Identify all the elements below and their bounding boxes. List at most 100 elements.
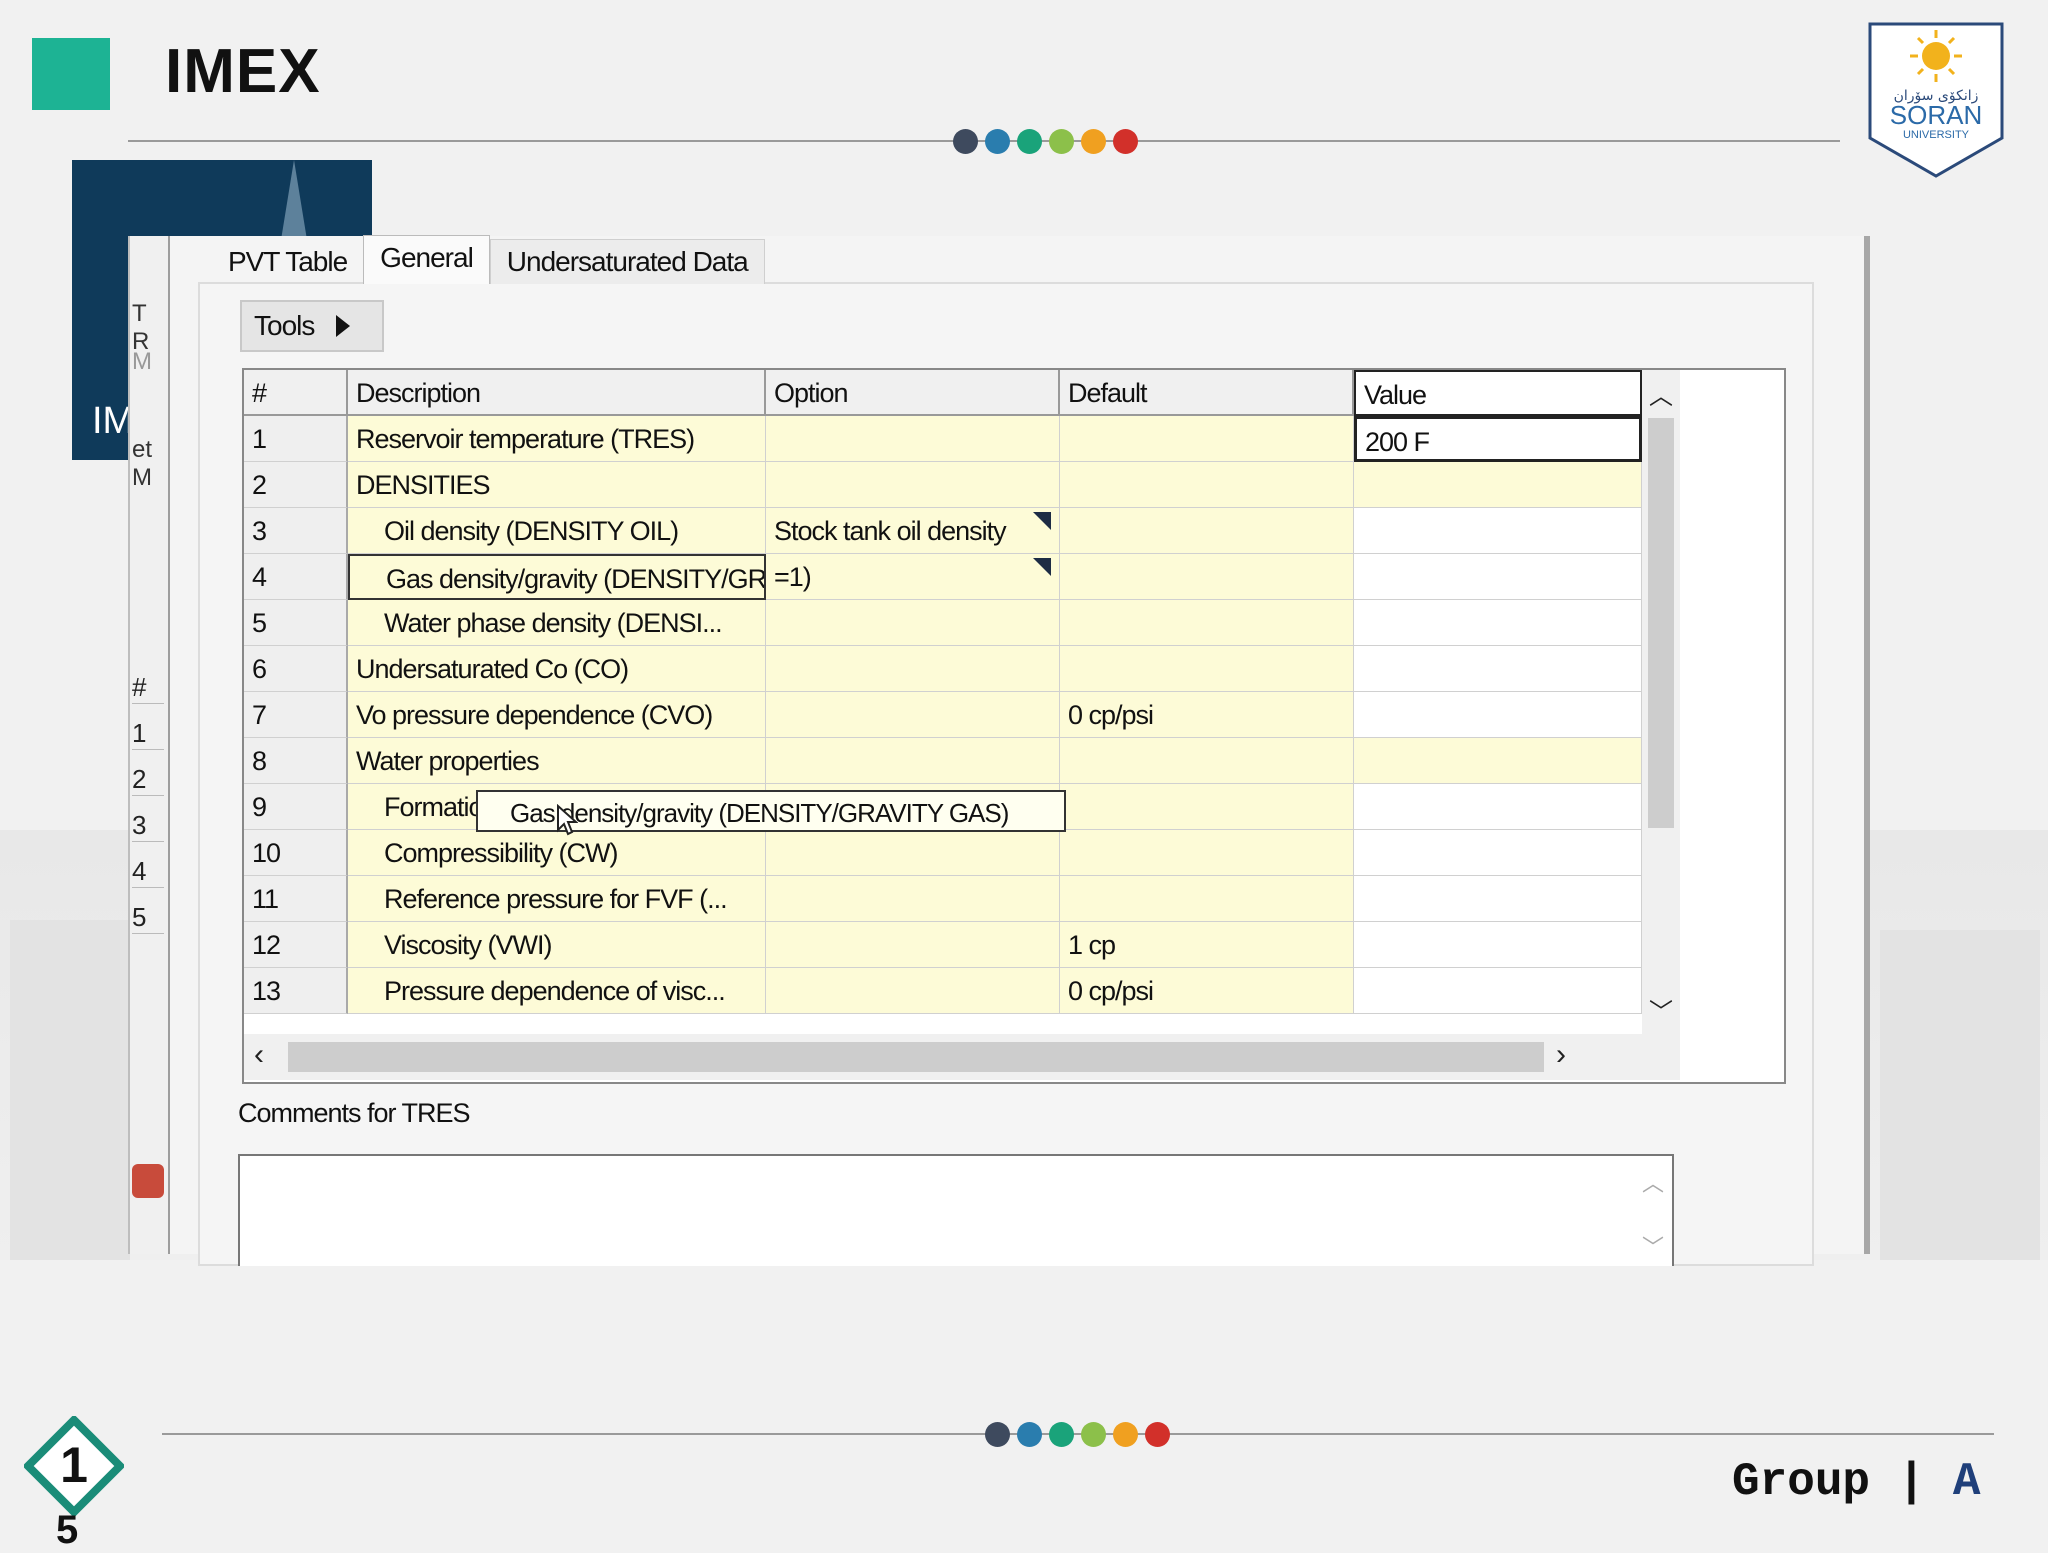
description-cell[interactable]: Viscosity (VWI): [348, 922, 766, 968]
option-cell[interactable]: [766, 968, 1060, 1014]
value-cell[interactable]: [1354, 554, 1642, 600]
horizontal-scrollbar[interactable]: ‹ ›: [244, 1034, 1680, 1080]
option-cell[interactable]: [766, 876, 1060, 922]
default-cell[interactable]: [1060, 462, 1354, 508]
column-header-default[interactable]: Default: [1060, 370, 1354, 416]
default-cell[interactable]: [1060, 876, 1354, 922]
description-cell[interactable]: Reservoir temperature (TRES): [348, 416, 766, 462]
scroll-down-icon[interactable]: ﹀: [1642, 992, 1680, 1027]
option-cell[interactable]: [766, 738, 1060, 784]
tab-general[interactable]: General: [363, 235, 490, 284]
page-number-continuation: 5: [56, 1508, 79, 1552]
description-cell[interactable]: Gas density/gravity (DENSITY/GRAVITY GAS…: [348, 554, 766, 600]
value-cell[interactable]: [1354, 692, 1642, 738]
value-cell[interactable]: [1354, 646, 1642, 692]
table-row[interactable]: 11 Reference pressure for FVF (...: [244, 876, 1642, 922]
table-row[interactable]: 2 DENSITIES: [244, 462, 1642, 508]
row-number-cell: 3: [244, 508, 348, 554]
tab-undersaturated-data[interactable]: Undersaturated Data: [489, 239, 765, 284]
page-number-badge: 1: [24, 1416, 124, 1516]
default-cell[interactable]: [1060, 600, 1354, 646]
footer-group-text: Group: [1732, 1456, 1871, 1508]
table-row[interactable]: 6 Undersaturated Co (CO): [244, 646, 1642, 692]
dropdown-corner-icon[interactable]: [1033, 558, 1051, 576]
value-cell[interactable]: [1354, 830, 1642, 876]
default-cell[interactable]: 1 cp: [1060, 922, 1354, 968]
value-cell[interactable]: [1354, 738, 1642, 784]
description-cell[interactable]: Reference pressure for FVF (...: [348, 876, 766, 922]
decorative-dot: [1049, 1422, 1074, 1447]
row-number-cell: 13: [244, 968, 348, 1014]
table-row[interactable]: 12 Viscosity (VWI) 1 cp: [244, 922, 1642, 968]
table-row[interactable]: 8 Water properties: [244, 738, 1642, 784]
description-cell[interactable]: Undersaturated Co (CO): [348, 646, 766, 692]
column-header-number[interactable]: #: [244, 370, 348, 416]
default-cell[interactable]: [1060, 554, 1354, 600]
tab-pvt-table[interactable]: PVT Table: [212, 240, 363, 284]
table-row[interactable]: 5 Water phase density (DENSI...: [244, 600, 1642, 646]
comments-textarea[interactable]: ︿ ﹀: [238, 1154, 1674, 1266]
description-cell[interactable]: DENSITIES: [348, 462, 766, 508]
description-cell[interactable]: Oil density (DENSITY OIL): [348, 508, 766, 554]
description-cell[interactable]: Pressure dependence of visc...: [348, 968, 766, 1014]
comments-scroll-down-icon[interactable]: ﹀: [1642, 1230, 1664, 1262]
option-cell[interactable]: [766, 646, 1060, 692]
decorative-dot: [985, 1422, 1010, 1447]
scroll-up-icon[interactable]: ︿: [1642, 376, 1680, 411]
option-cell[interactable]: =1): [766, 554, 1060, 600]
column-header-description[interactable]: Description: [348, 370, 766, 416]
option-cell[interactable]: [766, 830, 1060, 876]
table-row[interactable]: 10 Compressibility (CW): [244, 830, 1642, 876]
default-cell[interactable]: [1060, 508, 1354, 554]
app-icon[interactable]: [132, 1164, 164, 1198]
default-cell[interactable]: [1060, 784, 1354, 830]
description-cell[interactable]: Vo pressure dependence (CVO): [348, 692, 766, 738]
decorative-dot: [1081, 1422, 1106, 1447]
default-cell[interactable]: 0 cp/psi: [1060, 692, 1354, 738]
column-header-option[interactable]: Option: [766, 370, 1060, 416]
table-row[interactable]: 3 Oil density (DENSITY OIL) Stock tank oil…: [244, 508, 1642, 554]
value-cell[interactable]: [1354, 600, 1642, 646]
option-cell[interactable]: [766, 600, 1060, 646]
description-cell[interactable]: Compressibility (CW): [348, 830, 766, 876]
scroll-left-icon[interactable]: ‹: [254, 1038, 264, 1072]
default-cell[interactable]: [1060, 416, 1354, 462]
decorative-dot: [1049, 129, 1074, 154]
option-cell[interactable]: [766, 462, 1060, 508]
vertical-scroll-thumb[interactable]: [1648, 418, 1674, 828]
default-cell[interactable]: 0 cp/psi: [1060, 968, 1354, 1014]
option-cell[interactable]: [766, 416, 1060, 462]
option-cell[interactable]: [766, 692, 1060, 738]
comments-scroll-up-icon[interactable]: ︿: [1642, 1166, 1664, 1198]
tab-bar: PVT Table General Undersaturated Data: [212, 235, 765, 284]
value-cell[interactable]: [1354, 784, 1642, 830]
value-cell[interactable]: [1354, 508, 1642, 554]
value-cell[interactable]: [1354, 876, 1642, 922]
value-cell[interactable]: [1354, 922, 1642, 968]
table-row[interactable]: 13 Pressure dependence of visc... 0 cp/psi: [244, 968, 1642, 1014]
strip-row: 1: [132, 718, 164, 750]
value-cell[interactable]: [1354, 968, 1642, 1014]
horizontal-scroll-thumb[interactable]: [288, 1042, 1544, 1072]
table-row[interactable]: 7 Vo pressure dependence (CVO) 0 cp/psi: [244, 692, 1642, 738]
default-cell[interactable]: [1060, 738, 1354, 784]
tools-button[interactable]: Tools: [240, 300, 384, 352]
strip-row: #: [132, 672, 164, 704]
value-cell[interactable]: [1354, 462, 1642, 508]
scroll-right-icon[interactable]: ›: [1556, 1038, 1566, 1072]
vertical-scrollbar[interactable]: ︿ ﹀: [1642, 370, 1680, 1034]
default-cell[interactable]: [1060, 830, 1354, 876]
description-cell[interactable]: Water properties: [348, 738, 766, 784]
table-row[interactable]: 1 Reservoir temperature (TRES) 200 F: [244, 416, 1642, 462]
table-row[interactable]: 4Gas density/gravity (DENSITY/GRAVITY GA…: [244, 554, 1642, 600]
column-header-value[interactable]: Value: [1354, 370, 1642, 416]
option-cell[interactable]: [766, 922, 1060, 968]
row-number-cell: 5: [244, 600, 348, 646]
dropdown-corner-icon[interactable]: [1033, 512, 1051, 530]
default-cell[interactable]: [1060, 646, 1354, 692]
row-number-cell: 6: [244, 646, 348, 692]
decorative-dot: [1017, 1422, 1042, 1447]
option-cell[interactable]: Stock tank oil density: [766, 508, 1060, 554]
value-cell[interactable]: 200 F: [1354, 416, 1642, 462]
description-cell[interactable]: Water phase density (DENSI...: [348, 600, 766, 646]
